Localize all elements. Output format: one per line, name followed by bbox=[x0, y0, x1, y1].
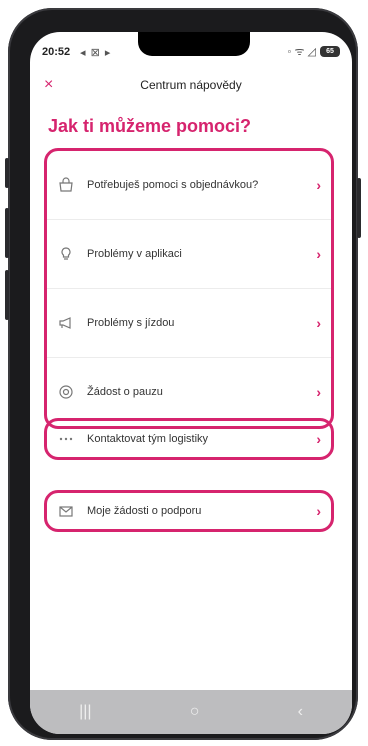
list-item-order-help[interactable]: Potřebuješ pomoci s objednávkou? › bbox=[47, 151, 331, 220]
envelope-icon bbox=[57, 503, 75, 519]
android-nav-bar: ||| ○ ‹ bbox=[30, 690, 352, 734]
contact-group: Kontaktovat tým logistiky › bbox=[44, 418, 334, 460]
chevron-right-icon: › bbox=[316, 246, 321, 262]
list-item-contact-logistics[interactable]: Kontaktovat tým logistiky › bbox=[47, 421, 331, 457]
list-item-label: Žádost o pauzu bbox=[87, 386, 163, 398]
megaphone-icon bbox=[57, 315, 75, 331]
list-item-label: Kontaktovat tým logistiky bbox=[87, 433, 209, 445]
status-time: 20:52 bbox=[42, 46, 71, 58]
list-item-label: Problémy s jízdou bbox=[87, 317, 175, 329]
chevron-right-icon: › bbox=[316, 503, 321, 519]
list-item-pause-request[interactable]: Žádost o pauzu › bbox=[47, 358, 331, 426]
battery-icon: 65 bbox=[320, 46, 340, 57]
list-item-label: Moje žádosti o podporu bbox=[87, 505, 202, 517]
camera-notch bbox=[138, 32, 250, 56]
chevron-right-icon: › bbox=[316, 431, 321, 447]
header: × Centrum nápovědy bbox=[30, 76, 352, 104]
status-notification-icons: ◂ ⊠ ▸ bbox=[80, 47, 112, 59]
back-button[interactable]: ‹ bbox=[298, 703, 303, 721]
chevron-right-icon: › bbox=[316, 384, 321, 400]
list-item-label: Problémy v aplikaci bbox=[87, 248, 182, 260]
status-right: ◦ ᯤ ◿ 65 bbox=[287, 44, 340, 59]
phone-power-button bbox=[357, 178, 361, 238]
phone-side-button bbox=[5, 270, 9, 320]
home-button[interactable]: ○ bbox=[190, 703, 200, 721]
lightbulb-icon bbox=[57, 246, 75, 262]
list-item-ride-problems[interactable]: Problémy s jízdou › bbox=[47, 289, 331, 358]
phone-frame: 20:52 ◂ ⊠ ▸ ◦ ᯤ ◿ 65 × Centrum nápovědy … bbox=[5, 8, 361, 740]
chevron-right-icon: › bbox=[316, 315, 321, 331]
list-item-label: Potřebuješ pomoci s objednávkou? bbox=[87, 179, 259, 191]
phone-side-button bbox=[5, 158, 9, 188]
more-dots-icon bbox=[57, 431, 75, 447]
help-heading: Jak ti můžeme pomoci? bbox=[48, 116, 252, 136]
status-signal-icons: ◦ ᯤ ◿ bbox=[287, 46, 316, 58]
list-item-app-problems[interactable]: Problémy v aplikaci › bbox=[47, 220, 331, 289]
screen: 20:52 ◂ ⊠ ▸ ◦ ᯤ ◿ 65 × Centrum nápovědy … bbox=[30, 32, 352, 734]
chevron-right-icon: › bbox=[316, 177, 321, 193]
bag-icon bbox=[57, 177, 75, 193]
page-title: Centrum nápovědy bbox=[140, 78, 242, 92]
requests-group: Moje žádosti o podporu › bbox=[44, 490, 334, 532]
list-item-support-requests[interactable]: Moje žádosti o podporu › bbox=[47, 493, 331, 529]
pause-circle-icon bbox=[57, 384, 75, 400]
recent-apps-button[interactable]: ||| bbox=[79, 703, 91, 721]
help-topics-group: Potřebuješ pomoci s objednávkou? › Probl… bbox=[44, 148, 334, 429]
phone-side-button bbox=[5, 208, 9, 258]
